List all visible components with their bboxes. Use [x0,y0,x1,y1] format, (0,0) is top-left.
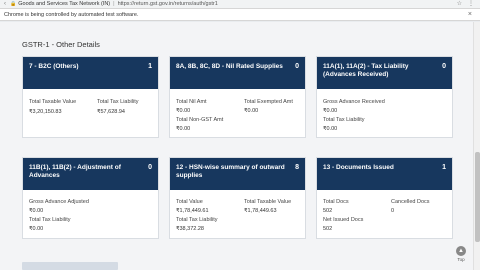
scrollbar-thumb[interactable] [475,152,480,242]
field-label: Total Tax Liability [176,217,218,223]
back-to-top[interactable]: ▲ Top [456,246,466,262]
card-header[interactable]: 11B(1), 11B(2) - Adjustment of Advances … [23,158,158,190]
star-icon[interactable]: ☆ [457,0,462,9]
menu-icon[interactable]: ⋮ [468,0,474,9]
field-value: 502 [323,208,333,214]
close-icon[interactable]: × [468,9,472,21]
field-value: ₹0.00 [244,108,259,114]
field-label: Gross Advance Received [323,99,385,105]
card-header[interactable]: 11A(1), 11A(2) - Tax Liability (Advances… [317,57,452,89]
field-label: Total Non-GST Amt [176,117,224,123]
card-body: Total Nil Amt ₹0.00 Total Exempted Amt ₹… [170,89,305,139]
card-title: 11B(1), 11B(2) - Adjustment of Advances [29,164,121,179]
card-title: 11A(1), 11A(2) - Tax Liability (Advances… [323,63,409,78]
card-header[interactable]: 7 - B2C (Others) 1 [23,57,158,89]
card-adjustment-advances[interactable]: 11B(1), 11B(2) - Adjustment of Advances … [22,157,159,239]
field-label: Total Tax Liability [97,99,139,105]
card-title: 8A, 8B, 8C, 8D - Nil Rated Supplies [176,63,283,70]
chevron-left-icon[interactable]: ‹ [4,0,6,9]
card-count: 0 [295,63,299,70]
card-documents-issued[interactable]: 13 - Documents Issued 1 Total Docs 502 C… [316,157,453,239]
url-text[interactable]: https://return.gst.gov.in/returns/auth/g… [118,0,218,9]
url-separator: | [113,0,115,7]
field-value: ₹0.00 [176,126,191,132]
card-hsn-summary[interactable]: 12 - HSN-wise summary of outward supplie… [169,157,306,239]
automation-infobar: Chrome is being controlled by automated … [0,9,480,21]
field-label: Total Value [176,199,203,205]
card-header[interactable]: 8A, 8B, 8C, 8D - Nil Rated Supplies 0 [170,57,305,89]
field-value: ₹0.00 [176,108,191,114]
field-label: Total Exempted Amt [244,99,293,105]
card-body: Total Taxable Value ₹3,20,150.83 Total T… [23,89,158,139]
field-value: ₹57,628.94 [97,109,125,115]
card-body: Gross Advance Adjusted ₹0.00 Total Tax L… [23,190,158,240]
lock-icon: 🔒 [10,0,17,7]
field-label: Net Issued Docs [323,217,364,223]
card-header[interactable]: 13 - Documents Issued 1 [317,158,452,190]
card-title: 7 - B2C (Others) [29,63,79,70]
card-count: 0 [442,63,446,70]
infobar-message: Chrome is being controlled by automated … [4,11,139,18]
page-scrollbar[interactable] [473,22,480,270]
section-title: GSTR-1 - Other Details [22,40,100,49]
field-label: Total Docs [323,199,349,205]
card-advances-received[interactable]: 11A(1), 11A(2) - Tax Liability (Advances… [316,56,453,138]
field-value: ₹0.00 [323,108,338,114]
card-count: 0 [148,164,152,171]
field-label: Gross Advance Adjusted [29,199,89,205]
card-nil-rated[interactable]: 8A, 8B, 8C, 8D - Nil Rated Supplies 0 To… [169,56,306,138]
card-header[interactable]: 12 - HSN-wise summary of outward supplie… [170,158,305,190]
field-label: Total Tax Liability [29,217,71,223]
site-identity: Goods and Services Tax Network (IN) [18,0,111,7]
field-value: ₹38,372.28 [176,226,204,232]
card-title: 13 - Documents Issued [323,164,394,171]
field-value: ₹1,78,449.63 [244,208,277,214]
field-value: ₹3,20,150.83 [29,109,62,115]
field-label: Total Taxable Value [29,99,77,105]
field-label: Total Nil Amt [176,99,207,105]
card-body: Total Docs 502 Cancelled Docs 0 Net Issu… [317,190,452,240]
field-label: Total Taxable Value [244,199,292,205]
field-label: Cancelled Docs [391,199,430,205]
field-value: ₹0.00 [29,226,44,232]
card-b2c-others[interactable]: 7 - B2C (Others) 1 Total Taxable Value ₹… [22,56,159,138]
page-content: GSTR-1 - Other Details 7 - B2C (Others) … [0,22,480,270]
card-count: 8 [295,164,299,171]
field-value: ₹0.00 [29,208,44,214]
field-value: 0 [391,208,395,214]
chevron-up-icon[interactable]: ▲ [456,246,466,256]
back-to-top-label: Top [457,257,465,262]
field-value: ₹1,78,449.61 [176,208,209,214]
card-count: 1 [442,164,446,171]
field-value: 502 [323,226,333,232]
card-title: 12 - HSN-wise summary of outward supplie… [176,164,285,179]
card-body: Gross Advance Received ₹0.00 Total Tax L… [317,89,452,139]
card-count: 1 [148,63,152,70]
field-label: Total Tax Liability [323,117,365,123]
card-body: Total Value ₹1,78,449.61 Total Taxable V… [170,190,305,240]
action-button[interactable] [22,262,118,270]
field-value: ₹0.00 [323,126,338,132]
